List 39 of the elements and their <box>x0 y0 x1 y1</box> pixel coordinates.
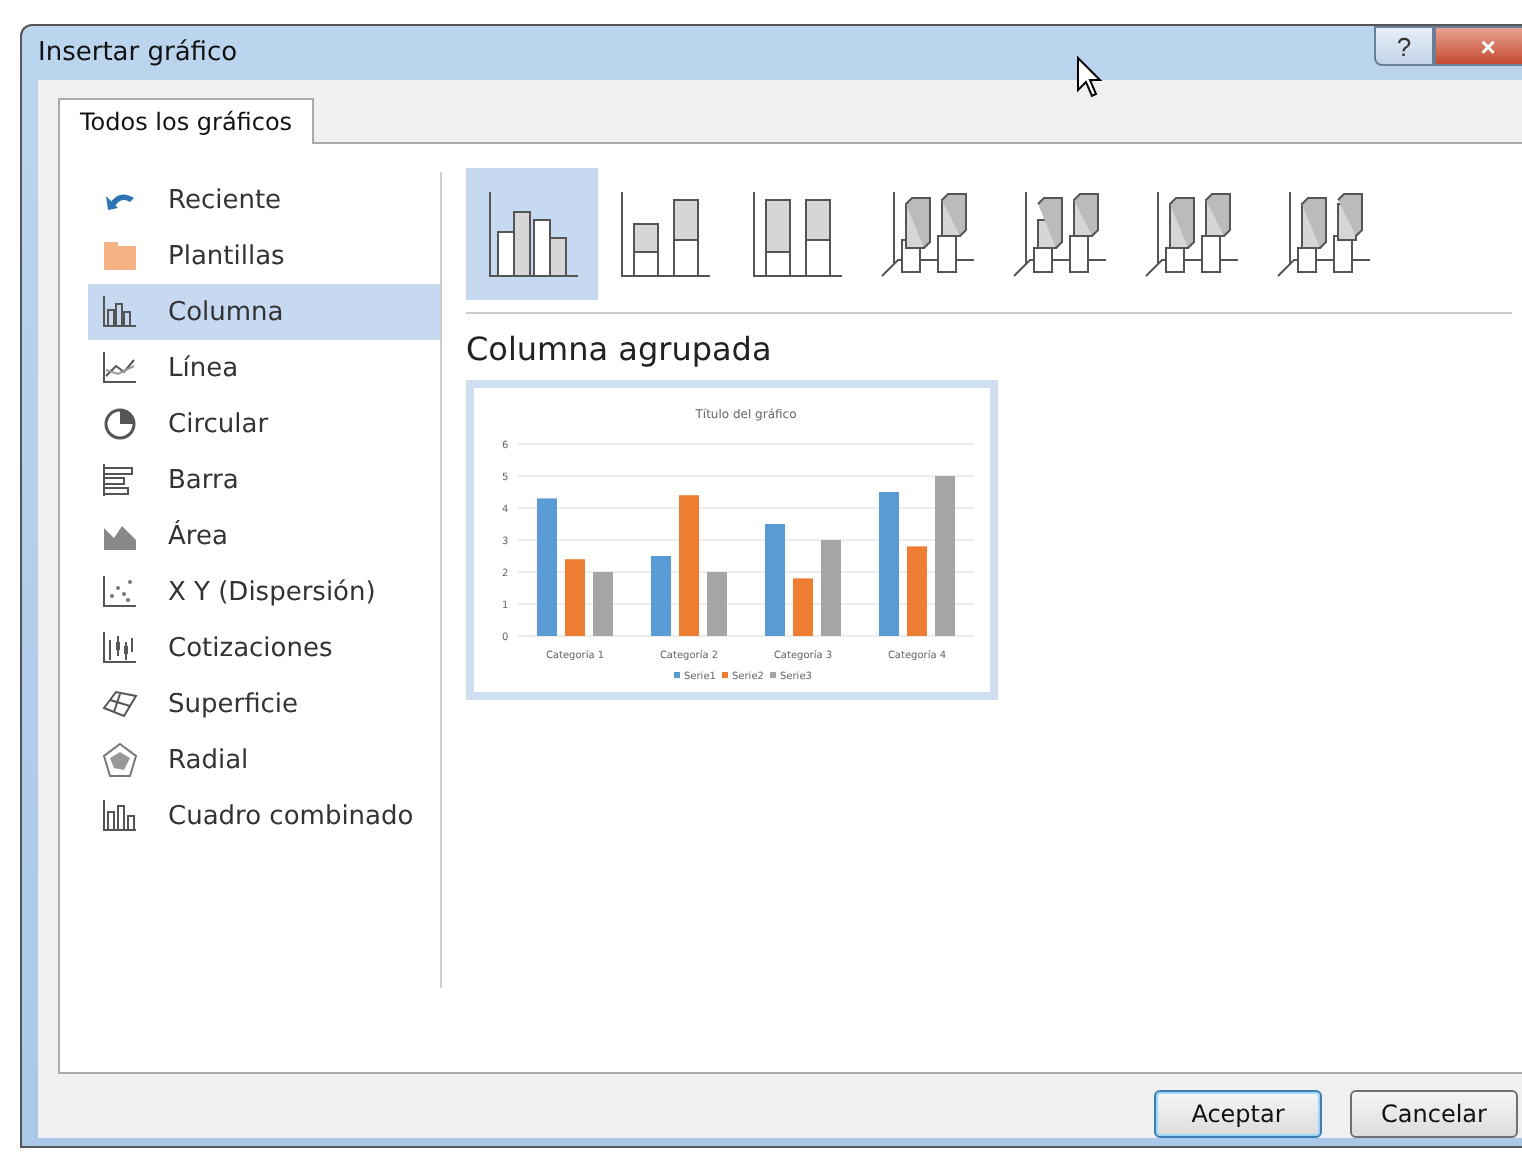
chart-bar <box>907 546 927 636</box>
chart-bar <box>565 559 585 636</box>
stock-chart-icon <box>100 628 140 668</box>
sidebar-item[interactable]: Cotizaciones <box>88 620 440 676</box>
column-chart-icon <box>100 292 140 332</box>
line-chart-icon <box>100 348 140 388</box>
tab[interactable]: Todos los gráficos <box>58 98 315 144</box>
sidebar-item[interactable]: Reciente <box>88 172 440 228</box>
sidebar-item[interactable]: Plantillas <box>88 228 440 284</box>
sidebar-item[interactable]: Superficie <box>88 676 440 732</box>
scatter-chart-icon <box>100 572 140 612</box>
chart-bar <box>707 572 727 636</box>
sidebar-item[interactable]: X Y (Dispersión) <box>88 564 440 620</box>
chart-bar <box>821 540 841 636</box>
help-button[interactable]: ? <box>1374 26 1434 66</box>
sidebar-item[interactable]: Columna <box>88 284 440 340</box>
sidebar-item[interactable]: Circular <box>88 396 440 452</box>
folder-chart-icon <box>100 236 140 276</box>
chart-bar <box>793 578 813 636</box>
ok-button[interactable]: Aceptar <box>1154 1090 1322 1138</box>
combo-chart-icon <box>100 796 140 836</box>
sidebar-item[interactable]: Cuadro combinado <box>88 788 440 844</box>
chart-bar <box>765 524 785 636</box>
sidebar-item[interactable]: Área <box>88 508 440 564</box>
chart-bar <box>879 492 899 636</box>
sidebar-item[interactable]: Línea <box>88 340 440 396</box>
pie-chart-icon <box>100 404 140 444</box>
chart-type-heading: Columna agrupada <box>466 330 774 368</box>
chart-bar <box>679 495 699 636</box>
window-title: Insertar gráfico <box>38 38 238 68</box>
cancel-button[interactable]: Cancelar <box>1350 1090 1518 1138</box>
sidebar-item[interactable]: Barra <box>88 452 440 508</box>
chart-bar <box>651 556 671 636</box>
radar-chart-icon <box>100 740 140 780</box>
chart-bar <box>537 498 557 636</box>
chart-bar <box>593 572 613 636</box>
sidebar-item[interactable]: Radial <box>88 732 440 788</box>
chart-subtype-option[interactable] <box>466 168 598 300</box>
mouse-pointer-icon <box>1076 56 1104 100</box>
